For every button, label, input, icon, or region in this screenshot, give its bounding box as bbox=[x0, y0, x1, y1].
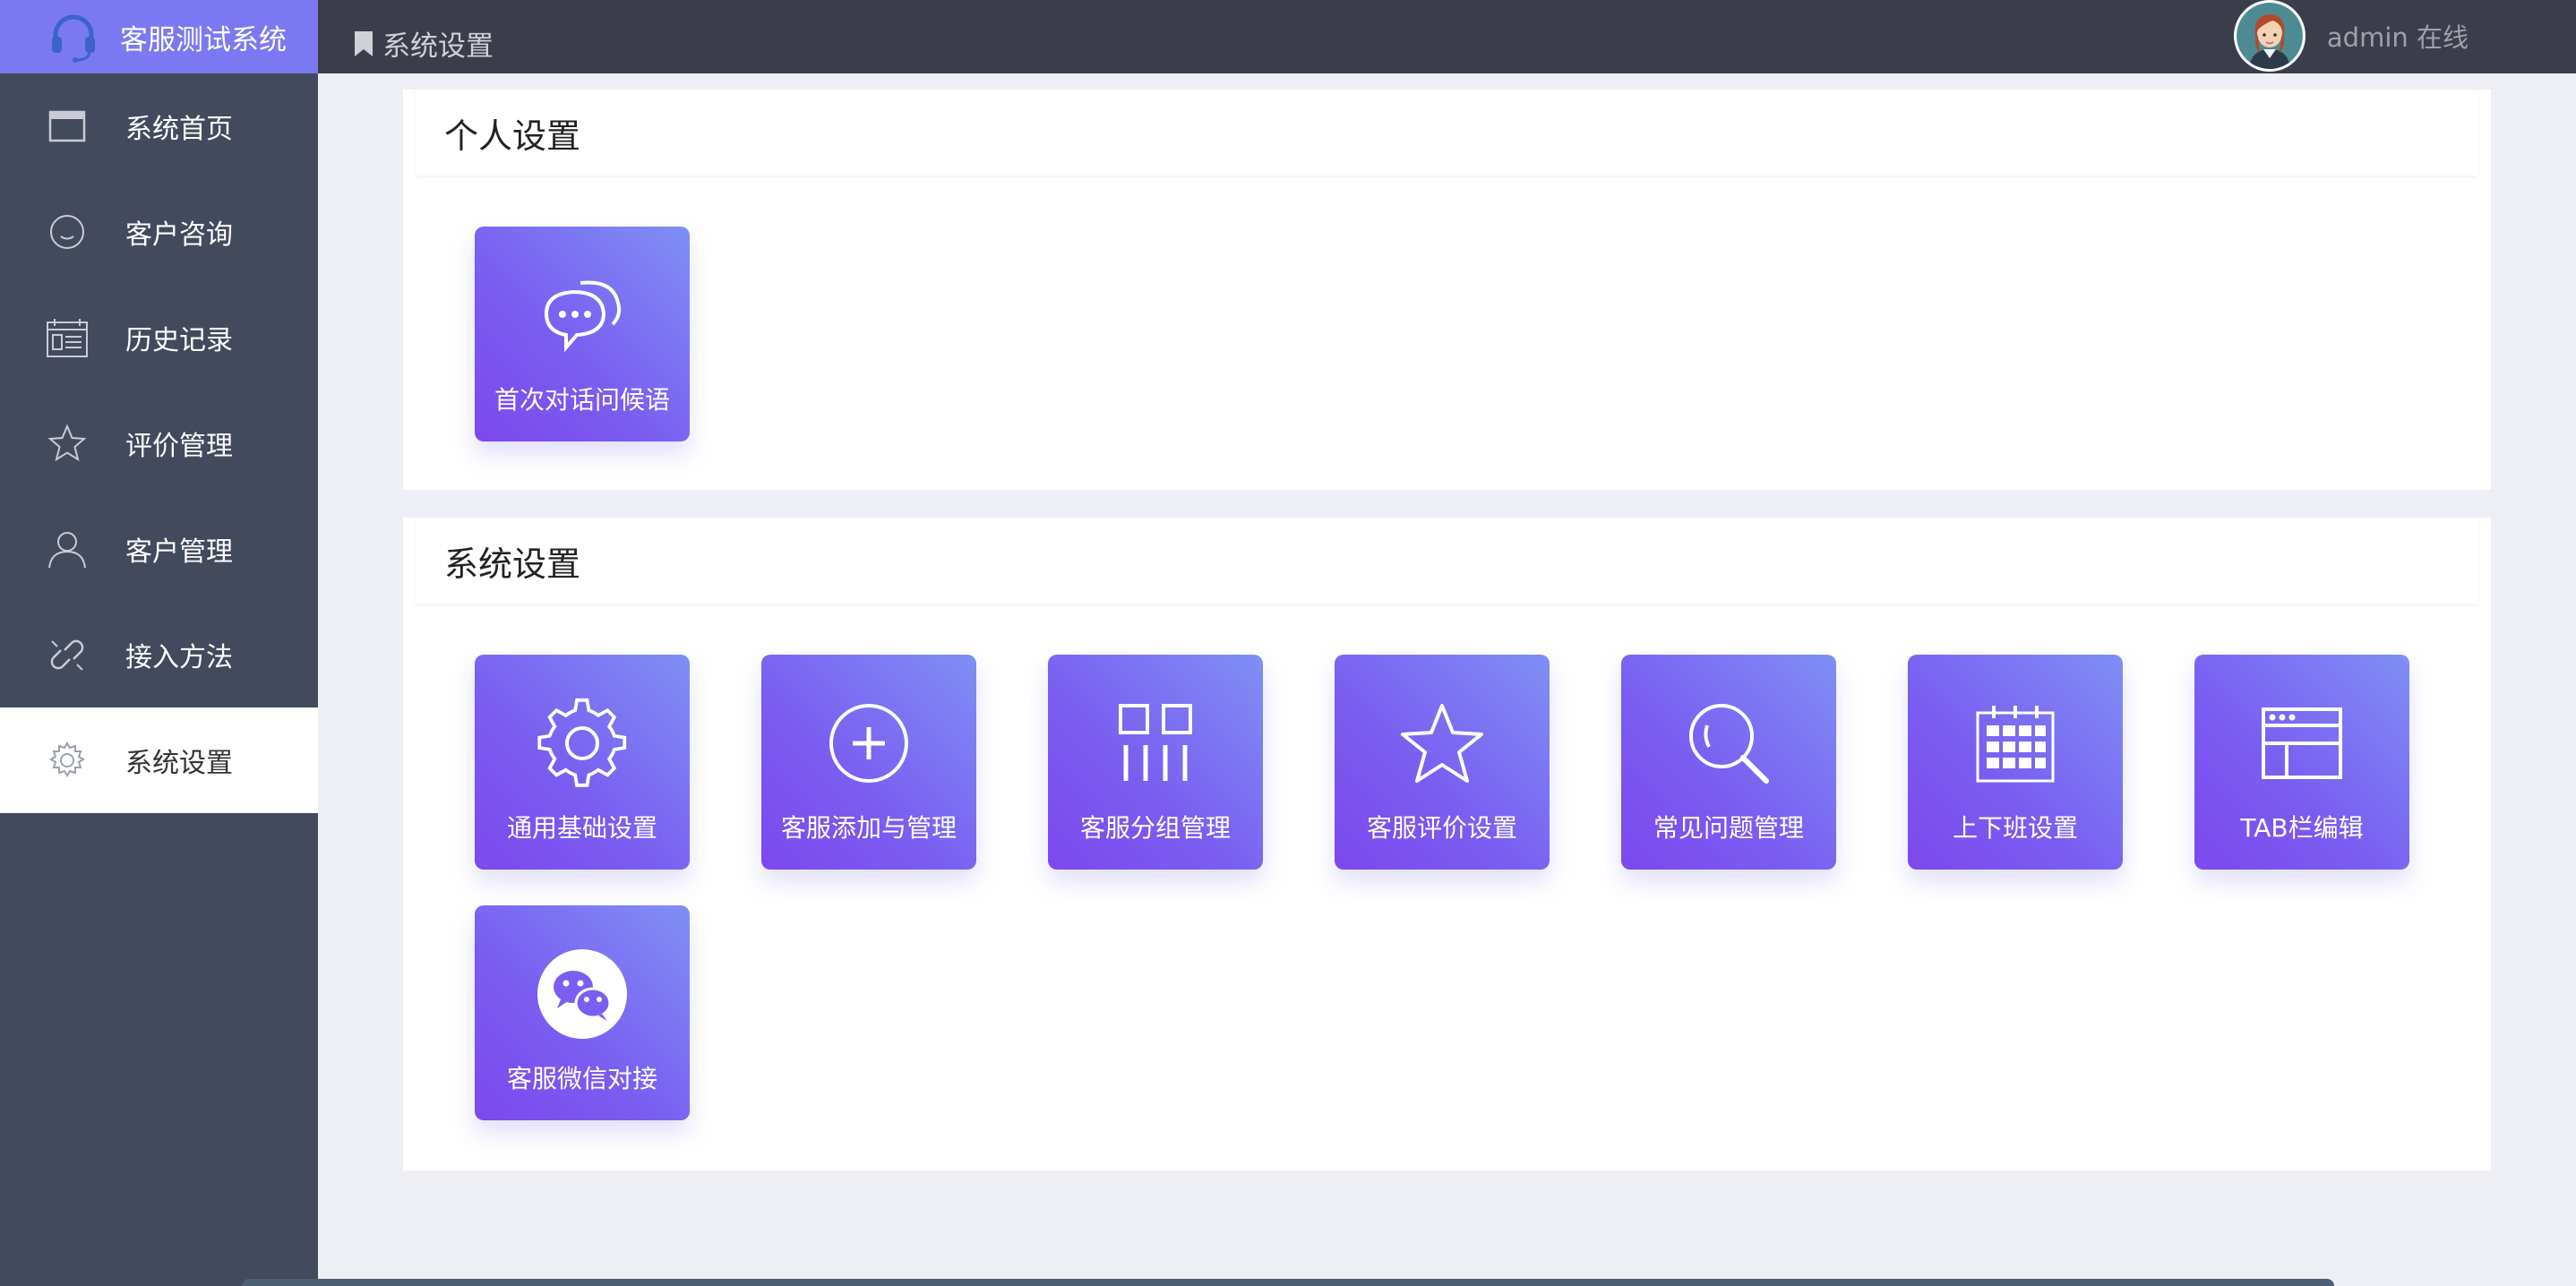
browser-window-icon bbox=[2253, 694, 2351, 793]
tile-group-management[interactable]: 客服分组管理 bbox=[1048, 655, 1263, 870]
sidebar-item-customers[interactable]: 客户管理 bbox=[0, 496, 318, 602]
plus-circle-icon bbox=[820, 694, 918, 793]
tile-label: 通用基础设置 bbox=[506, 813, 657, 843]
topbar: 系统设置 admin 在线 bbox=[318, 0, 2576, 73]
tile-label: TAB栏编辑 bbox=[2240, 813, 2364, 843]
tile-label: 首次对话问候语 bbox=[494, 385, 670, 415]
window-icon bbox=[45, 104, 90, 149]
sidebar-item-label: 客户管理 bbox=[125, 536, 233, 568]
sidebar-item-label: 系统设置 bbox=[125, 748, 233, 779]
section-title: 系统设置 bbox=[416, 518, 2478, 604]
breadcrumb-label: 系统设置 bbox=[382, 30, 494, 63]
tile-label: 客服评价设置 bbox=[1366, 813, 1517, 843]
tile-label: 常见问题管理 bbox=[1653, 813, 1804, 843]
brand-header[interactable]: 客服测试系统 bbox=[0, 0, 318, 73]
tile-label: 客服添加与管理 bbox=[780, 813, 957, 843]
sidebar-item-home[interactable]: 系统首页 bbox=[0, 73, 318, 179]
app-root: 客服测试系统 系统首页 客户咨询 历史记录 评价管理 客户管理 接入方法 系统设… bbox=[0, 0, 2576, 1286]
tile-label: 上下班设置 bbox=[1952, 813, 2078, 843]
main-content: 个人设置 首次对话问候语 系统设置 通用基础设置 客服添加与管理 客服分组管理 … bbox=[318, 73, 2576, 1286]
tile-wechat-integration[interactable]: 客服微信对接 bbox=[475, 905, 690, 1120]
avatar[interactable] bbox=[2233, 0, 2306, 72]
sidebar-item-ratings[interactable]: 评价管理 bbox=[0, 390, 318, 496]
smile-icon bbox=[45, 210, 90, 254]
tile-faq-management[interactable]: 常见问题管理 bbox=[1621, 655, 1836, 870]
tile-general-settings[interactable]: 通用基础设置 bbox=[475, 655, 690, 870]
star-icon bbox=[45, 421, 90, 466]
user-menu[interactable]: admin 在线 bbox=[2233, 0, 2469, 72]
calendar-icon bbox=[1966, 694, 2065, 793]
group-grid-icon bbox=[1106, 694, 1205, 793]
breadcrumb: 系统设置 bbox=[354, 23, 494, 64]
tile-shift-settings[interactable]: 上下班设置 bbox=[1908, 655, 2123, 870]
sidebar-item-settings[interactable]: 系统设置 bbox=[0, 707, 318, 813]
section-title: 个人设置 bbox=[416, 90, 2478, 176]
sidebar-nav: 系统首页 客户咨询 历史记录 评价管理 客户管理 接入方法 系统设置 bbox=[0, 73, 318, 813]
gear-icon bbox=[45, 738, 90, 783]
sidebar-item-label: 评价管理 bbox=[125, 431, 233, 462]
tile-label: 客服微信对接 bbox=[506, 1064, 657, 1093]
personal-settings-panel: 个人设置 首次对话问候语 bbox=[403, 90, 2491, 490]
sidebar-item-label: 历史记录 bbox=[125, 325, 233, 356]
chat-bubbles-icon bbox=[533, 266, 631, 364]
tile-label: 客服分组管理 bbox=[1079, 813, 1231, 843]
sidebar-item-integration[interactable]: 接入方法 bbox=[0, 602, 318, 707]
gear-icon bbox=[533, 694, 631, 793]
sidebar-item-label: 客户咨询 bbox=[125, 219, 233, 251]
sidebar-item-consult[interactable]: 客户咨询 bbox=[0, 179, 318, 285]
tile-agent-management[interactable]: 客服添加与管理 bbox=[761, 655, 976, 870]
brand-name: 客服测试系统 bbox=[120, 23, 287, 56]
headset-icon bbox=[45, 8, 102, 65]
sidebar-item-label: 系统首页 bbox=[125, 114, 233, 145]
star-icon bbox=[1393, 694, 1491, 793]
tile-rating-settings[interactable]: 客服评价设置 bbox=[1335, 655, 1550, 870]
sidebar-item-history[interactable]: 历史记录 bbox=[0, 285, 318, 390]
tile-tab-editor[interactable]: TAB栏编辑 bbox=[2194, 655, 2409, 870]
system-settings-panel: 系统设置 通用基础设置 客服添加与管理 客服分组管理 客服评价设置 常见问题管理… bbox=[403, 518, 2491, 1170]
calendar-list-icon bbox=[45, 315, 90, 360]
tile-greeting[interactable]: 首次对话问候语 bbox=[475, 227, 690, 442]
bookmark-icon bbox=[354, 30, 374, 57]
user-status: admin 在线 bbox=[2326, 22, 2469, 53]
link-icon bbox=[45, 632, 90, 677]
user-icon bbox=[45, 527, 90, 571]
wechat-icon bbox=[533, 945, 631, 1043]
sidebar: 客服测试系统 系统首页 客户咨询 历史记录 评价管理 客户管理 接入方法 系统设… bbox=[0, 0, 318, 1286]
search-icon bbox=[1679, 694, 1778, 793]
bottom-edge-bar bbox=[242, 1279, 2334, 1286]
sidebar-item-label: 接入方法 bbox=[125, 642, 233, 673]
